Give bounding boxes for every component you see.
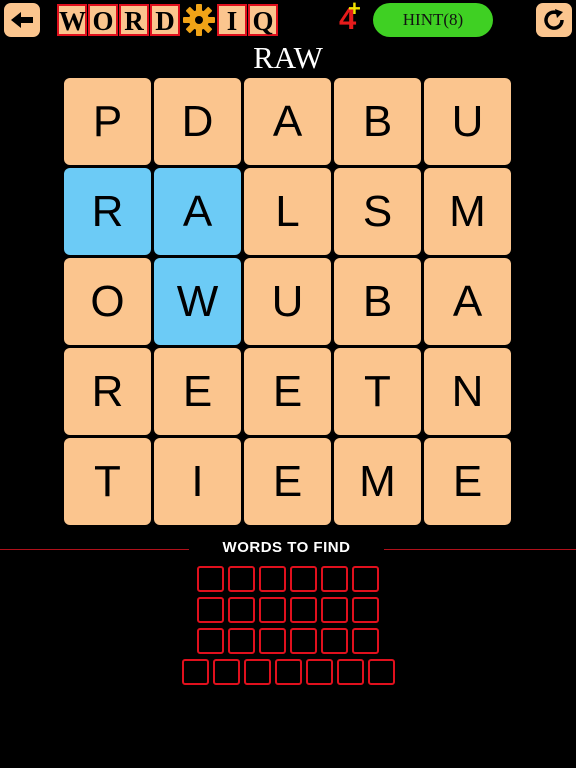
- letter-slot: [259, 566, 286, 592]
- refresh-button[interactable]: [536, 3, 572, 37]
- logo-letter: W: [57, 4, 87, 36]
- letter-slot: [352, 628, 379, 654]
- logo-letter: R: [119, 4, 149, 36]
- back-button[interactable]: [4, 3, 40, 37]
- logo-letter: D: [150, 4, 180, 36]
- word-slot-row: [197, 628, 379, 654]
- letter-slot: [337, 659, 364, 685]
- game-logo: W O R D I Q: [57, 2, 279, 38]
- letter-slot: [228, 628, 255, 654]
- divider-line: [0, 549, 189, 550]
- letter-slot: [182, 659, 209, 685]
- grid-cell[interactable]: L: [244, 168, 331, 255]
- grid-cell[interactable]: E: [424, 438, 511, 525]
- word-slot-row: [197, 566, 379, 592]
- letter-slot: [290, 566, 317, 592]
- grid-cell[interactable]: D: [154, 78, 241, 165]
- grid-cell[interactable]: A: [244, 78, 331, 165]
- letter-slot: [228, 566, 255, 592]
- grid-cell[interactable]: T: [334, 348, 421, 435]
- letter-slot: [275, 659, 302, 685]
- letter-slot: [306, 659, 333, 685]
- letter-slot: [197, 628, 224, 654]
- grid-cell[interactable]: T: [64, 438, 151, 525]
- plus-sign: +: [348, 0, 361, 21]
- letter-slot: [321, 628, 348, 654]
- grid-cell[interactable]: E: [244, 438, 331, 525]
- grid-cell[interactable]: U: [424, 78, 511, 165]
- top-bar: W O R D I Q 4 + HINT(8): [0, 0, 576, 42]
- letter-slot: [259, 628, 286, 654]
- divider-line: [384, 549, 576, 550]
- grid-cell[interactable]: S: [334, 168, 421, 255]
- refresh-icon: [544, 9, 564, 30]
- hint-button[interactable]: HINT(8): [373, 3, 493, 37]
- grid-cell[interactable]: M: [424, 168, 511, 255]
- logo-letter: O: [88, 4, 118, 36]
- grid-cell[interactable]: M: [334, 438, 421, 525]
- grid-cell[interactable]: E: [154, 348, 241, 435]
- grid-cell[interactable]: N: [424, 348, 511, 435]
- arrow-left-icon: [11, 12, 33, 28]
- grid-cell[interactable]: E: [244, 348, 331, 435]
- letter-slot: [290, 628, 317, 654]
- letter-slot: [244, 659, 271, 685]
- letter-slot: [197, 597, 224, 623]
- words-to-find-label: WORDS TO FIND: [222, 539, 351, 556]
- letter-slot: [352, 597, 379, 623]
- grid-cell[interactable]: I: [154, 438, 241, 525]
- letter-slot: [290, 597, 317, 623]
- letter-slot: [321, 566, 348, 592]
- letter-slot: [259, 597, 286, 623]
- grid-cell[interactable]: W: [154, 258, 241, 345]
- letter-slot: [368, 659, 395, 685]
- grid-cell[interactable]: P: [64, 78, 151, 165]
- grid-cell[interactable]: U: [244, 258, 331, 345]
- logo-letter: I: [217, 4, 247, 36]
- grid-cell[interactable]: R: [64, 348, 151, 435]
- letter-slot: [321, 597, 348, 623]
- grid-cell[interactable]: B: [334, 78, 421, 165]
- grid-cell[interactable]: O: [64, 258, 151, 345]
- grid-cell[interactable]: A: [424, 258, 511, 345]
- letter-slot: [228, 597, 255, 623]
- grid-cell[interactable]: R: [64, 168, 151, 255]
- letter-slot: [197, 566, 224, 592]
- grid-cell[interactable]: B: [334, 258, 421, 345]
- letter-slot: [352, 566, 379, 592]
- gear-icon: [183, 4, 215, 36]
- current-word: RAW: [253, 40, 323, 75]
- letter-slot: [213, 659, 240, 685]
- logo-letter: Q: [248, 4, 278, 36]
- word-slot-row: [182, 659, 395, 685]
- grid-cell[interactable]: A: [154, 168, 241, 255]
- word-slot-row: [197, 597, 379, 623]
- letter-grid: P D A B U R A L S M O W U B A R E E T N …: [64, 78, 512, 526]
